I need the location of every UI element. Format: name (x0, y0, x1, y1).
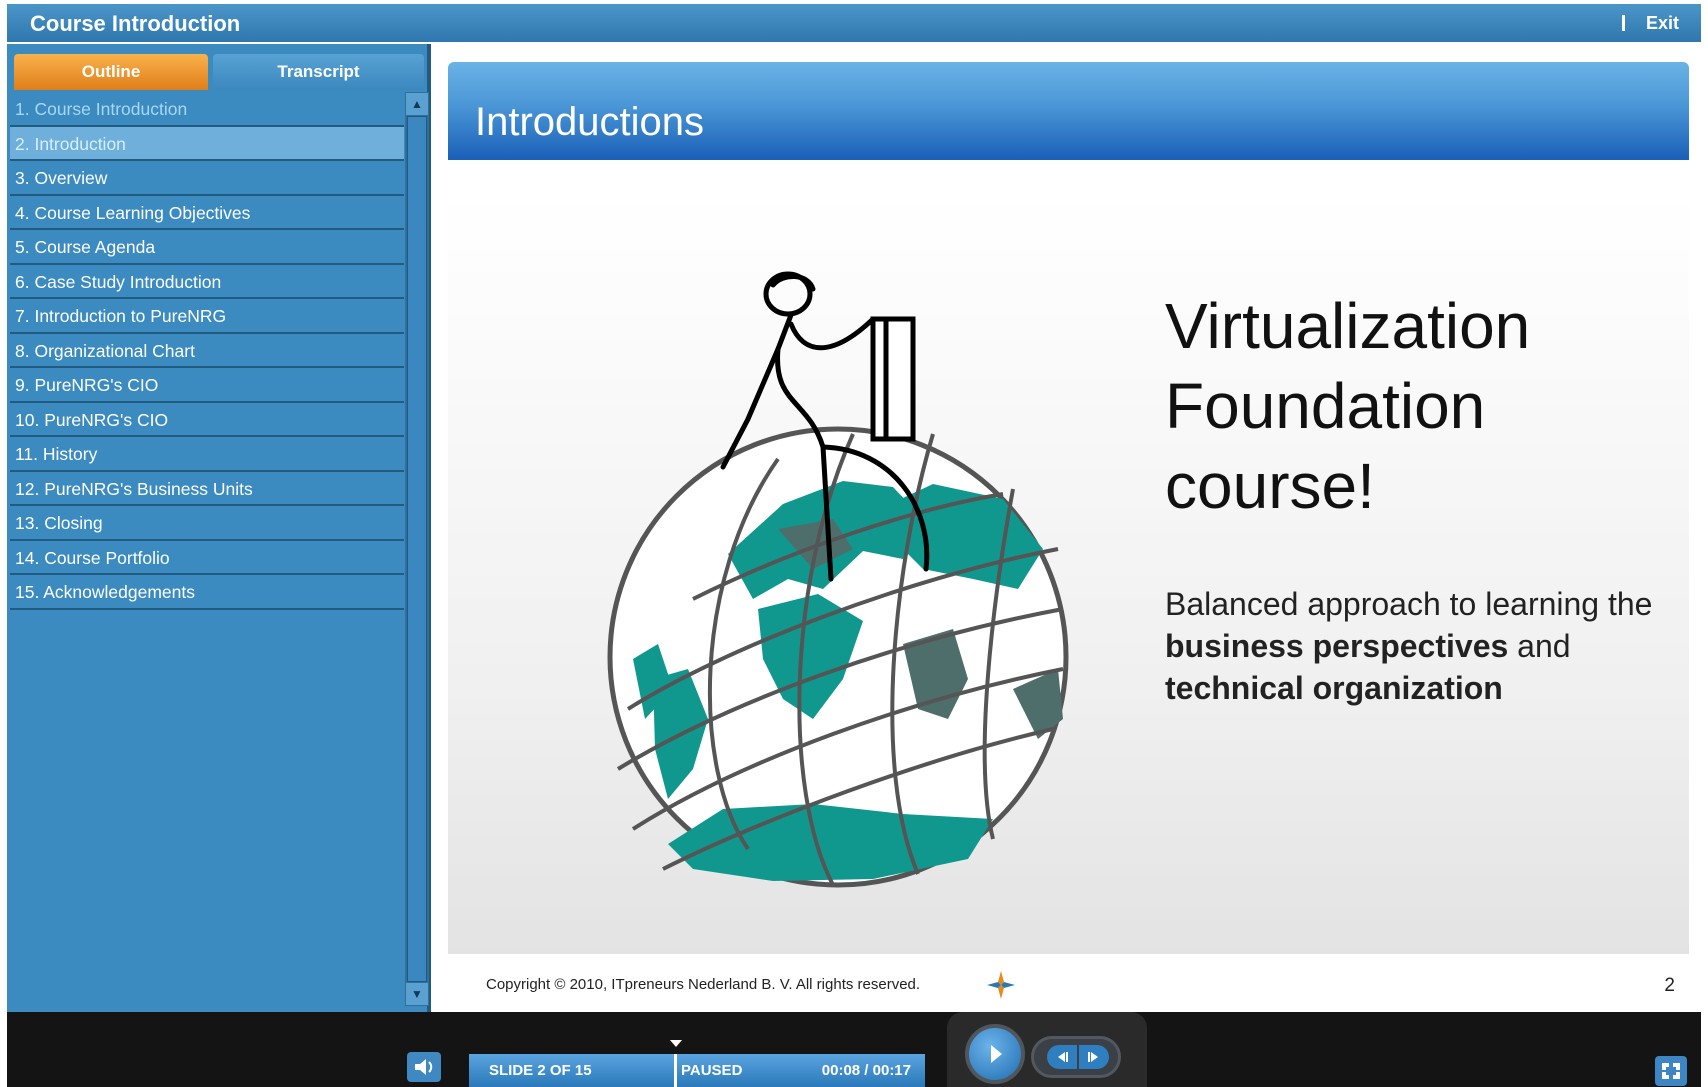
previous-button[interactable] (1047, 1045, 1077, 1069)
slide-body-connector: and (1508, 628, 1571, 664)
outline-item-3[interactable]: 3. Overview (10, 161, 404, 196)
exit-button[interactable]: Exit (1646, 13, 1679, 34)
volume-button[interactable] (407, 1052, 441, 1082)
page-number: 2 (1664, 975, 1675, 996)
next-button[interactable] (1079, 1045, 1109, 1069)
fullscreen-icon (1662, 1063, 1680, 1079)
outline-item-6[interactable]: 6. Case Study Introduction (10, 265, 404, 299)
slide-counter: SLIDE 2 OF 15 (489, 1062, 592, 1079)
slide-heading: Virtualization Foundation course! (1165, 290, 1531, 522)
playback-time: 00:08 / 00:17 (821, 1062, 911, 1079)
progress-bar[interactable]: SLIDE 2 OF 15 PAUSED 00:08 / 00:17 (469, 1054, 925, 1087)
outline-item-13[interactable]: 13. Closing (10, 506, 404, 541)
slide: Introductions Virtualization Foundation … (448, 62, 1689, 1012)
outline-list: 1. Course Introduction 2. Introduction 3… (10, 92, 404, 610)
outline-item-11[interactable]: 11. History (10, 437, 404, 472)
progress-marker[interactable] (674, 1054, 677, 1087)
slide-body-emphasis-technical: technical organization (1165, 670, 1503, 706)
globe (607, 426, 1069, 888)
slide-body-text: Balanced approach to learning the (1165, 586, 1653, 622)
progress-arrow-icon (670, 1040, 682, 1047)
sidebar: Outline Transcript 1. Course Introductio… (7, 44, 431, 1012)
copyright-text: Copyright © 2010, ITpreneurs Nederland B… (486, 976, 921, 993)
globe-illustration (607, 271, 1069, 888)
step-controls (1031, 1036, 1121, 1078)
slide-title: Introductions (475, 100, 705, 144)
slide-body-emphasis-business: business perspectives (1165, 628, 1509, 664)
play-icon (991, 1045, 1002, 1063)
speaker-icon (415, 1059, 433, 1075)
outline-item-12[interactable]: 12. PureNRG's Business Units (10, 472, 404, 506)
course-title: Course Introduction (30, 11, 241, 36)
play-button[interactable] (965, 1024, 1025, 1084)
outline-item-7[interactable]: 7. Introduction to PureNRG (10, 299, 404, 334)
slide-footer: Copyright © 2010, ITpreneurs Nederland B… (448, 954, 1689, 1012)
outline-item-2[interactable]: 2. Introduction (10, 126, 404, 161)
sidebar-tabs: Outline Transcript (10, 54, 428, 92)
outline-scrollbar[interactable]: ▲ ▼ (405, 92, 429, 1006)
itpreneurs-logo-icon (987, 971, 1015, 999)
outline-item-15[interactable]: 15. Acknowledgements (10, 575, 404, 610)
fullscreen-button[interactable] (1655, 1056, 1687, 1086)
scroll-down-arrow-icon[interactable]: ▼ (406, 983, 428, 1005)
scroll-thumb[interactable] (407, 116, 427, 982)
tab-outline[interactable]: Outline (14, 54, 208, 90)
tab-transcript[interactable]: Transcript (213, 54, 424, 90)
outline-item-5[interactable]: 5. Course Agenda (10, 230, 404, 265)
title-bar: Course Introduction Exit (7, 4, 1701, 42)
step-forward-icon (1088, 1052, 1098, 1062)
slide-body: Balanced approach to learning the busine… (1165, 583, 1665, 709)
outline-item-14[interactable]: 14. Course Portfolio (10, 541, 404, 575)
outline-item-1[interactable]: 1. Course Introduction (10, 92, 404, 127)
playback-status: PAUSED (681, 1062, 743, 1079)
exit-divider (1622, 15, 1625, 31)
slide-header: Introductions (448, 62, 1689, 160)
outline-item-10[interactable]: 10. PureNRG's CIO (10, 403, 404, 437)
scroll-up-arrow-icon[interactable]: ▲ (406, 93, 428, 115)
outline-item-8[interactable]: 8. Organizational Chart (10, 334, 404, 368)
outline-item-4[interactable]: 4. Course Learning Objectives (10, 196, 404, 230)
player-controls: SLIDE 2 OF 15 PAUSED 00:08 / 00:17 (7, 1012, 1701, 1087)
outline-item-9[interactable]: 9. PureNRG's CIO (10, 368, 404, 403)
step-back-icon (1058, 1052, 1068, 1062)
